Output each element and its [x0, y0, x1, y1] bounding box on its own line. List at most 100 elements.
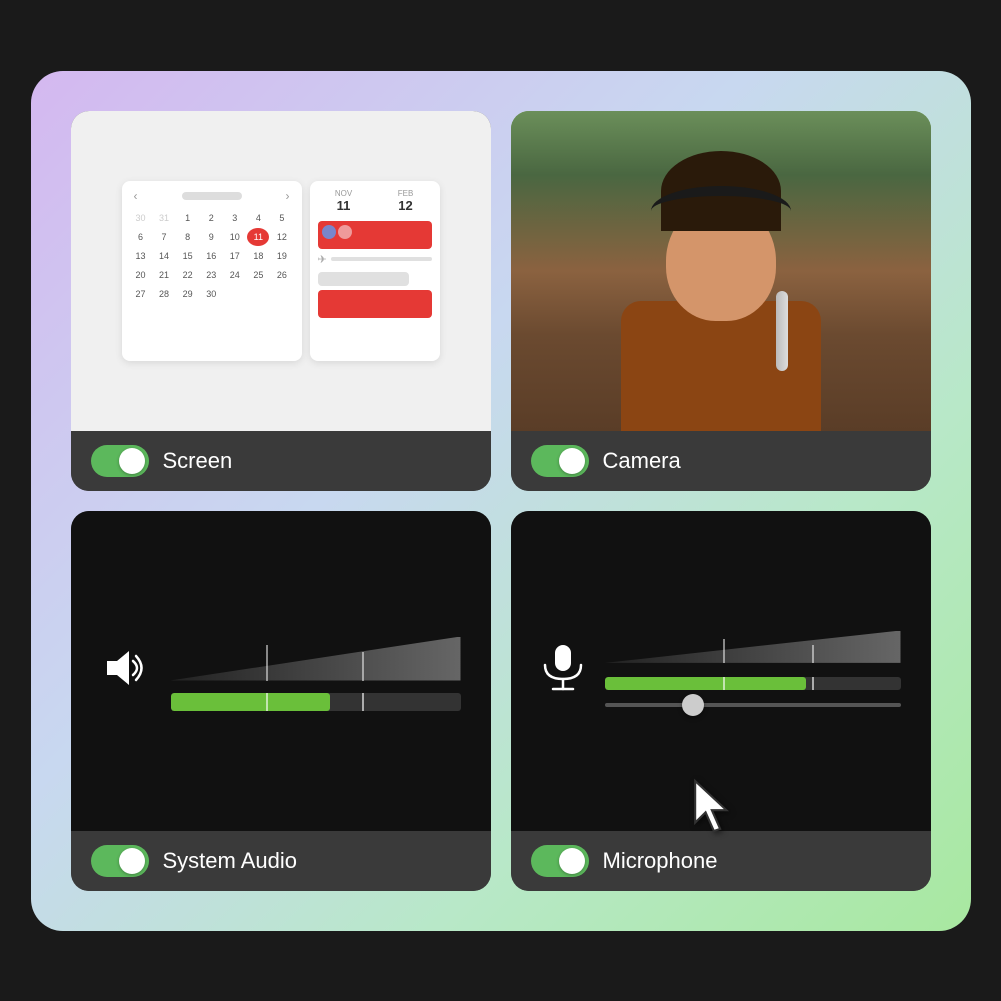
mic-bar-fill [605, 677, 806, 690]
cal-day: 10 [224, 228, 246, 246]
audio-level-meter [171, 631, 461, 711]
sched-col2: FEB 12 [380, 189, 432, 213]
cal-day: 19 [271, 247, 293, 265]
mic-tick-2 [812, 645, 814, 663]
audio-toggle[interactable] [91, 845, 149, 877]
avatar-2 [338, 225, 352, 239]
cal-day: 24 [224, 266, 246, 284]
mic-tick-1 [723, 639, 725, 663]
audio-preview [71, 511, 491, 831]
camera-preview [511, 111, 931, 431]
audio-label: System Audio [163, 848, 298, 874]
cal-day: 29 [177, 285, 199, 303]
sched-col2-num: 12 [380, 198, 432, 213]
cal-day: 13 [130, 247, 152, 265]
mic-preview [511, 511, 931, 831]
avatar-1 [322, 225, 336, 239]
cal-day: 21 [153, 266, 175, 284]
cal-day: 16 [200, 247, 222, 265]
screen-preview: ‹ › 30 31 1 2 3 4 5 6 7 8 9 10 [71, 111, 491, 431]
schedule-mock: NOV 11 FEB 12 ✈ [310, 181, 440, 361]
mic-triangle-fill [605, 631, 901, 663]
cal-day: 12 [271, 228, 293, 246]
main-container: ‹ › 30 31 1 2 3 4 5 6 7 8 9 10 [31, 71, 971, 931]
camera-toggle-knob [559, 448, 585, 474]
sched-plane-row: ✈ [318, 253, 432, 266]
audio-triangle-viz [171, 637, 461, 681]
cal-day: 4 [247, 209, 269, 227]
sched-event-1 [318, 221, 432, 249]
audio-bars [171, 631, 461, 711]
cal-day: 14 [153, 247, 175, 265]
cal-day: 23 [200, 266, 222, 284]
cal-day: 18 [247, 247, 269, 265]
camera-toggle[interactable] [531, 445, 589, 477]
mic-level-container [605, 631, 901, 711]
camera-card: Camera [511, 111, 931, 491]
mic-slider-track [605, 703, 901, 707]
screen-card: ‹ › 30 31 1 2 3 4 5 6 7 8 9 10 [71, 111, 491, 491]
camera-label: Camera [603, 448, 681, 474]
cal-day: 28 [153, 285, 175, 303]
cal-prev-arrow: ‹ [134, 189, 138, 203]
microphone-icon [541, 643, 585, 698]
audio-bar-track [171, 693, 461, 711]
cam-headphones [651, 186, 791, 236]
microphone-card: Microphone [511, 511, 931, 891]
cal-day: 7 [153, 228, 175, 246]
mic-toggle-knob [559, 848, 585, 874]
mic-bar-tick-2 [812, 677, 814, 690]
cal-title [182, 192, 242, 200]
cal-day: 30 [200, 285, 222, 303]
cal-day: 9 [200, 228, 222, 246]
cal-day: 31 [153, 209, 175, 227]
cal-day: 5 [271, 209, 293, 227]
cam-mic-stand [776, 291, 788, 371]
sched-col2-label: FEB [380, 189, 432, 198]
mic-bar-track [605, 677, 901, 690]
mic-footer: Microphone [511, 831, 931, 891]
cal-day: 15 [177, 247, 199, 265]
cal-day: 22 [177, 266, 199, 284]
system-audio-card: System Audio [71, 511, 491, 891]
cal-day: 2 [200, 209, 222, 227]
cal-day: 8 [177, 228, 199, 246]
audio-footer: System Audio [71, 831, 491, 891]
tick-1 [266, 645, 268, 680]
triangle-fill [171, 637, 461, 681]
cal-next-arrow: › [286, 189, 290, 203]
mic-label: Microphone [603, 848, 718, 874]
camera-footer: Camera [511, 431, 931, 491]
mic-bar-row [605, 677, 901, 690]
sched-event-3 [318, 290, 432, 318]
screen-toggle-knob [119, 448, 145, 474]
tick-2 [362, 652, 364, 681]
sched-col1-label: NOV [318, 189, 370, 198]
mic-triangle-viz [605, 631, 901, 663]
cal-day: 6 [130, 228, 152, 246]
mic-toggle[interactable] [531, 845, 589, 877]
cal-day: 20 [130, 266, 152, 284]
audio-bar-row [171, 693, 461, 711]
sched-event-2 [318, 272, 409, 286]
screen-footer: Screen [71, 431, 491, 491]
sched-col1: NOV 11 [318, 189, 370, 213]
cal-day: 26 [271, 266, 293, 284]
cal-day: 25 [247, 266, 269, 284]
screen-label: Screen [163, 448, 233, 474]
mic-slider-knob[interactable] [682, 694, 704, 716]
mic-slider-row[interactable] [605, 700, 901, 710]
cal-day-today: 11 [247, 228, 269, 246]
speaker-icon [101, 643, 151, 698]
bar-tick-1 [266, 693, 268, 711]
mic-bar-tick-1 [723, 677, 725, 690]
cal-grid: 30 31 1 2 3 4 5 6 7 8 9 10 11 12 13 14 1 [130, 209, 294, 303]
cal-day: 3 [224, 209, 246, 227]
cal-day: 17 [224, 247, 246, 265]
audio-toggle-knob [119, 848, 145, 874]
bar-tick-2 [362, 693, 364, 711]
calendar-mock: ‹ › 30 31 1 2 3 4 5 6 7 8 9 10 [122, 181, 302, 361]
sched-col1-num: 11 [318, 198, 370, 213]
screen-toggle[interactable] [91, 445, 149, 477]
cal-day: 30 [130, 209, 152, 227]
